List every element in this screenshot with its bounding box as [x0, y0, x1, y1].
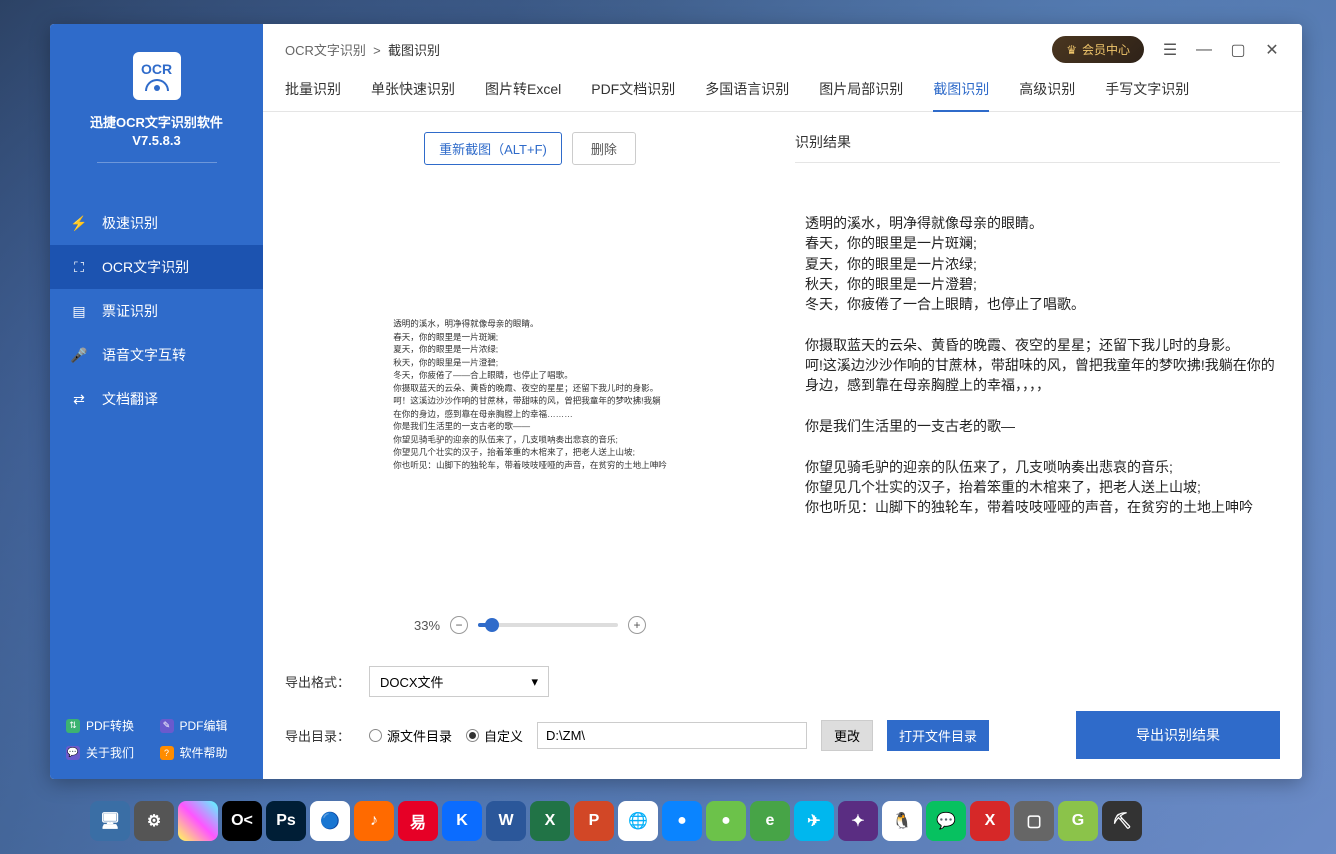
dir-label: 导出目录：: [285, 726, 355, 745]
sidebar-item-label: 票证识别: [102, 301, 158, 321]
change-path-button[interactable]: 更改: [821, 720, 873, 751]
app-name: 迅捷OCR文字识别软件: [50, 112, 263, 131]
tab-8[interactable]: 手写文字识别: [1105, 79, 1189, 111]
taskbar-icon-14[interactable]: ●: [706, 801, 746, 841]
export-button[interactable]: 导出识别结果: [1076, 711, 1280, 759]
taskbar-icon-19[interactable]: 💬: [926, 801, 966, 841]
taskbar-icon-0[interactable]: 🖥: [90, 801, 130, 841]
sidebar-footer: ⇅PDF转换 ✎PDF编辑 💬关于我们 ?软件帮助: [50, 699, 263, 779]
zoom-percent: 33%: [414, 618, 440, 633]
taskbar-icon-1[interactable]: ⚙: [134, 801, 174, 841]
delete-button[interactable]: 删除: [572, 132, 636, 165]
lightning-icon: ⚡: [70, 214, 88, 232]
chevron-down-icon: ▾: [531, 674, 538, 690]
app-window: OCR 迅捷OCR文字识别软件 V7.5.8.3 ⚡ 极速识别 ⛶ OCR文字识…: [50, 24, 1302, 779]
tab-7[interactable]: 高级识别: [1019, 79, 1075, 111]
taskbar-icon-7[interactable]: 易: [398, 801, 438, 841]
zoom-in-button[interactable]: +: [628, 616, 646, 634]
tab-6[interactable]: 截图识别: [933, 79, 989, 111]
tab-3[interactable]: PDF文档识别: [591, 79, 675, 111]
taskbar-icon-2[interactable]: [178, 801, 218, 841]
path-input[interactable]: [537, 722, 807, 749]
menu-button[interactable]: ☰: [1162, 42, 1178, 58]
radio-source-dir[interactable]: 源文件目录: [369, 726, 452, 745]
taskbar-icon-21[interactable]: ▢: [1014, 801, 1054, 841]
sidebar-item-label: 极速识别: [102, 213, 158, 233]
sidebar-nav: ⚡ 极速识别 ⛶ OCR文字识别 ▤ 票证识别 🎤 语音文字互转 ⇄ 文档翻译: [50, 201, 263, 699]
app-version: V7.5.8.3: [50, 133, 263, 148]
sidebar-item-ticket[interactable]: ▤ 票证识别: [50, 289, 263, 333]
vip-button[interactable]: ♛ 会员中心: [1052, 36, 1144, 63]
receipt-icon: ▤: [70, 302, 88, 320]
minimize-button[interactable]: —: [1196, 42, 1212, 58]
taskbar-icon-18[interactable]: 🐧: [882, 801, 922, 841]
tabs: 批量识别单张快速识别图片转Excel PDF文档识别多国语言识别图片局部识别截图识…: [263, 63, 1302, 112]
footer-pdf-edit[interactable]: ✎PDF编辑: [160, 717, 248, 734]
taskbar-icon-8[interactable]: K: [442, 801, 482, 841]
sidebar-item-ocr-text[interactable]: ⛶ OCR文字识别: [50, 245, 263, 289]
format-select[interactable]: DOCX文件 ▾: [369, 666, 549, 697]
close-button[interactable]: ✕: [1264, 42, 1280, 58]
sidebar-item-label: 文档翻译: [102, 389, 158, 409]
taskbar-icon-20[interactable]: X: [970, 801, 1010, 841]
titlebar: OCR文字识别 > 截图识别 ♛ 会员中心 ☰ — ▢ ✕: [263, 24, 1302, 63]
radio-custom-dir[interactable]: 自定义: [466, 726, 523, 745]
scan-icon: ⛶: [70, 258, 88, 276]
taskbar-icon-4[interactable]: Ps: [266, 801, 306, 841]
format-label: 导出格式：: [285, 672, 355, 691]
open-dir-button[interactable]: 打开文件目录: [887, 720, 989, 751]
taskbar-icon-17[interactable]: ✦: [838, 801, 878, 841]
sidebar-item-label: OCR文字识别: [102, 257, 189, 277]
sidebar-item-label: 语音文字互转: [102, 345, 186, 365]
footer-about[interactable]: 💬关于我们: [66, 744, 154, 761]
taskbar-icon-6[interactable]: ♪: [354, 801, 394, 841]
bottom-bar: 导出格式： DOCX文件 ▾ 导出目录： 源文件目录 自定义 更改 打开文件目录…: [263, 652, 1302, 779]
crown-icon: ♛: [1066, 43, 1077, 57]
content-area: 重新截图（ALT+F) 删除 透明的溪水，明净得就像母亲的眼睛。春天，你的眼里是…: [263, 112, 1302, 652]
logo-block: OCR 迅捷OCR文字识别软件 V7.5.8.3: [50, 24, 263, 201]
main-area: OCR文字识别 > 截图识别 ♛ 会员中心 ☰ — ▢ ✕ 批量识别单张快速识别…: [263, 24, 1302, 779]
zoom-slider[interactable]: [478, 623, 618, 627]
preview-pane: 重新截图（ALT+F) 删除 透明的溪水，明净得就像母亲的眼睛。春天，你的眼里是…: [285, 132, 775, 652]
tab-4[interactable]: 多国语言识别: [705, 79, 789, 111]
footer-help[interactable]: ?软件帮助: [160, 744, 248, 761]
result-text[interactable]: 透明的溪水，明净得就像母亲的眼睛。春天，你的眼里是一片斑斓;夏天，你的眼里是一片…: [795, 163, 1280, 652]
taskbar-icon-15[interactable]: e: [750, 801, 790, 841]
taskbar-icon-5[interactable]: 🔵: [310, 801, 350, 841]
sidebar-item-translate[interactable]: ⇄ 文档翻译: [50, 377, 263, 421]
result-pane: 识别结果 透明的溪水，明净得就像母亲的眼睛。春天，你的眼里是一片斑斓;夏天，你的…: [795, 132, 1280, 652]
taskbar-icon-16[interactable]: ✈: [794, 801, 834, 841]
sidebar-item-voice[interactable]: 🎤 语音文字互转: [50, 333, 263, 377]
sidebar: OCR 迅捷OCR文字识别软件 V7.5.8.3 ⚡ 极速识别 ⛶ OCR文字识…: [50, 24, 263, 779]
breadcrumb: OCR文字识别 > 截图识别: [285, 40, 440, 59]
taskbar-icon-10[interactable]: X: [530, 801, 570, 841]
taskbar: 🖥⚙O<Ps🔵♪易KWXP🌐●●e✈✦🐧💬X▢G⛏: [90, 798, 1142, 844]
taskbar-icon-22[interactable]: G: [1058, 801, 1098, 841]
app-logo-icon: OCR: [133, 52, 181, 100]
taskbar-icon-23[interactable]: ⛏: [1102, 801, 1142, 841]
sidebar-item-fast-ocr[interactable]: ⚡ 极速识别: [50, 201, 263, 245]
result-header: 识别结果: [795, 132, 1280, 163]
preview-image: 透明的溪水，明净得就像母亲的眼睛。春天，你的眼里是一片斑斓;夏天，你的眼里是一片…: [285, 185, 775, 604]
taskbar-icon-9[interactable]: W: [486, 801, 526, 841]
footer-pdf-convert[interactable]: ⇅PDF转换: [66, 717, 154, 734]
taskbar-icon-11[interactable]: P: [574, 801, 614, 841]
taskbar-icon-12[interactable]: 🌐: [618, 801, 658, 841]
tab-2[interactable]: 图片转Excel: [485, 79, 561, 111]
taskbar-icon-13[interactable]: ●: [662, 801, 702, 841]
zoom-control: 33% − +: [285, 604, 775, 652]
tab-0[interactable]: 批量识别: [285, 79, 341, 111]
maximize-button[interactable]: ▢: [1230, 42, 1246, 58]
translate-icon: ⇄: [70, 390, 88, 408]
taskbar-icon-3[interactable]: O<: [222, 801, 262, 841]
mic-icon: 🎤: [70, 346, 88, 364]
tab-5[interactable]: 图片局部识别: [819, 79, 903, 111]
recapture-button[interactable]: 重新截图（ALT+F): [424, 132, 562, 165]
zoom-out-button[interactable]: −: [450, 616, 468, 634]
tab-1[interactable]: 单张快速识别: [371, 79, 455, 111]
